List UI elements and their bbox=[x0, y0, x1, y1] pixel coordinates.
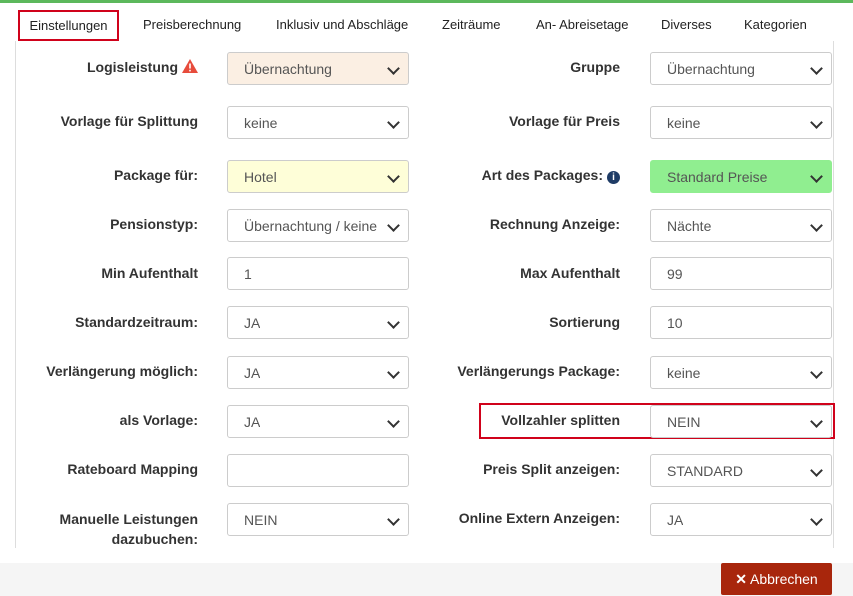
label-max-aufenthalt: Max Aufenthalt bbox=[520, 265, 620, 281]
select-art-packages[interactable]: Standard Preise bbox=[650, 160, 832, 193]
select-package-fuer[interactable]: Hotel bbox=[227, 160, 409, 193]
select-als-vorlage[interactable]: JA bbox=[227, 405, 409, 438]
top-accent-line bbox=[0, 0, 853, 3]
label-logisleistung: Logisleistung bbox=[87, 59, 198, 75]
select-manuelle-leistungen[interactable]: NEIN bbox=[227, 503, 409, 536]
label-rechnung-anzeige: Rechnung Anzeige: bbox=[489, 216, 620, 232]
label-vollzahler-splitten: Vollzahler splitten bbox=[501, 412, 620, 428]
label-gruppe: Gruppe bbox=[570, 59, 620, 75]
tab-zeitraeume[interactable]: Zeiträume bbox=[442, 17, 501, 32]
label-sortierung: Sortierung bbox=[549, 314, 620, 330]
tab-diverses[interactable]: Diverses bbox=[661, 17, 712, 32]
select-logisleistung[interactable]: Übernachtung bbox=[227, 52, 409, 85]
label-als-vorlage: als Vorlage: bbox=[119, 412, 198, 428]
label-vorlage-preis: Vorlage für Preis bbox=[508, 113, 620, 129]
tab-preisberechnung[interactable]: Preisberechnung bbox=[143, 17, 241, 32]
tab-inklusiv-abschlaege[interactable]: Inklusiv und Abschläge bbox=[276, 17, 408, 32]
tab-kategorien[interactable]: Kategorien bbox=[744, 17, 807, 32]
info-icon[interactable]: i bbox=[607, 171, 620, 184]
label-art-packages: Art des Packages: i bbox=[482, 167, 620, 184]
label-pensionstyp: Pensionstyp: bbox=[110, 216, 198, 232]
select-vorlage-splittung[interactable]: keine bbox=[227, 106, 409, 139]
tab-bar: Einstellungen Preisberechnung Inklusiv u… bbox=[0, 6, 853, 42]
input-min-aufenthalt[interactable]: 1 bbox=[227, 257, 409, 290]
select-verlaengerungs-package[interactable]: keine bbox=[650, 356, 832, 389]
warning-icon bbox=[182, 59, 198, 73]
label-verlaengerungs-package: Verlängerungs Package: bbox=[457, 363, 620, 379]
input-max-aufenthalt[interactable]: 99 bbox=[650, 257, 832, 290]
label-rateboard-mapping: Rateboard Mapping bbox=[67, 461, 198, 477]
input-sortierung[interactable]: 10 bbox=[650, 306, 832, 339]
label-verlaengerung-moeglich: Verlängerung möglich: bbox=[46, 363, 198, 379]
label-standardzeitraum: Standardzeitraum: bbox=[75, 314, 198, 330]
tab-an-abreisetage[interactable]: An- Abreisetage bbox=[536, 17, 629, 32]
label-package-fuer: Package für: bbox=[113, 167, 198, 183]
cancel-button[interactable]: ✕ Abbrechen bbox=[721, 563, 832, 595]
select-verlaengerung-moeglich[interactable]: JA bbox=[227, 356, 409, 389]
select-vollzahler-splitten[interactable]: NEIN bbox=[650, 405, 832, 438]
select-vorlage-preis[interactable]: keine bbox=[650, 106, 832, 139]
label-min-aufenthalt: Min Aufenthalt bbox=[101, 265, 198, 281]
select-gruppe[interactable]: Übernachtung bbox=[650, 52, 832, 85]
label-vorlage-splittung: Vorlage für Splittung bbox=[60, 113, 198, 129]
select-rechnung-anzeige[interactable]: Nächte bbox=[650, 209, 832, 242]
select-pensionstyp[interactable]: Übernachtung / keine bbox=[227, 209, 409, 242]
label-online-extern: Online Extern Anzeigen: bbox=[458, 510, 620, 526]
close-icon: ✕ bbox=[735, 570, 747, 587]
select-preis-split[interactable]: STANDARD bbox=[650, 454, 832, 487]
select-online-extern[interactable]: JA bbox=[650, 503, 832, 536]
input-rateboard-mapping[interactable] bbox=[227, 454, 409, 487]
label-manuelle-leistungen: Manuelle Leistungen dazubuchen: bbox=[59, 511, 198, 547]
select-standardzeitraum[interactable]: JA bbox=[227, 306, 409, 339]
tab-einstellungen[interactable]: Einstellungen bbox=[18, 10, 119, 41]
label-preis-split: Preis Split anzeigen: bbox=[483, 461, 620, 477]
